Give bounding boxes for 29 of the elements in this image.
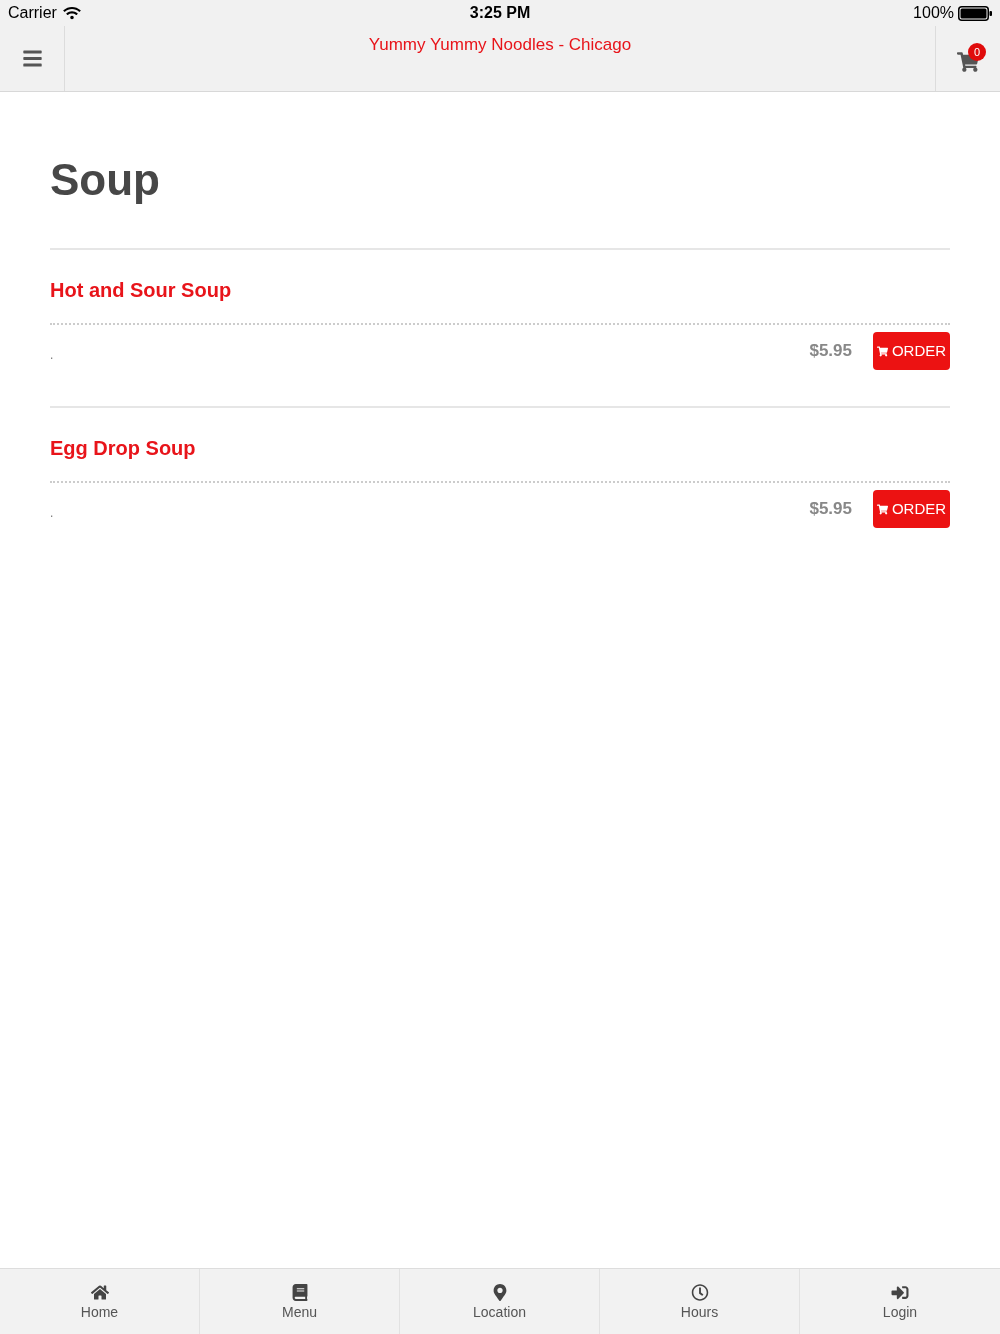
item-description: . (50, 505, 54, 521)
book-icon (290, 1283, 309, 1301)
wifi-icon (62, 6, 81, 20)
item-price: $5.95 (809, 499, 852, 519)
login-icon (891, 1283, 909, 1301)
tab-button[interactable]: Login (800, 1269, 1000, 1334)
tab-button[interactable]: Menu (200, 1269, 400, 1334)
item-name: Hot and Sour Soup (50, 278, 233, 302)
home-icon (90, 1283, 109, 1301)
battery-icon (958, 5, 992, 21)
item-name: Egg Drop Soup (50, 436, 197, 460)
tab-button[interactable]: Location (400, 1269, 600, 1334)
cart-icon (876, 503, 888, 515)
status-time: 3:25 PM (469, 5, 531, 21)
menu-icon (21, 48, 43, 69)
tab-button[interactable]: Hours (600, 1269, 800, 1334)
item-price: $5.95 (809, 341, 852, 361)
clock-icon (690, 1283, 709, 1301)
cart-count: 0 (968, 43, 986, 61)
cart-button[interactable]: 0 (935, 26, 1000, 91)
tab-button[interactable]: Home (0, 1269, 200, 1334)
cart-icon (876, 345, 888, 357)
item-description: . (50, 347, 54, 363)
section-title: Soup (50, 158, 161, 202)
order-button[interactable]: ORDER (873, 332, 950, 370)
carrier-label: Carrier (8, 5, 57, 21)
battery-percent: 100% (913, 5, 954, 21)
order-button[interactable]: ORDER (873, 490, 950, 528)
restaurant-title: Yummy Yummy Noodles - Chicago (368, 34, 632, 56)
